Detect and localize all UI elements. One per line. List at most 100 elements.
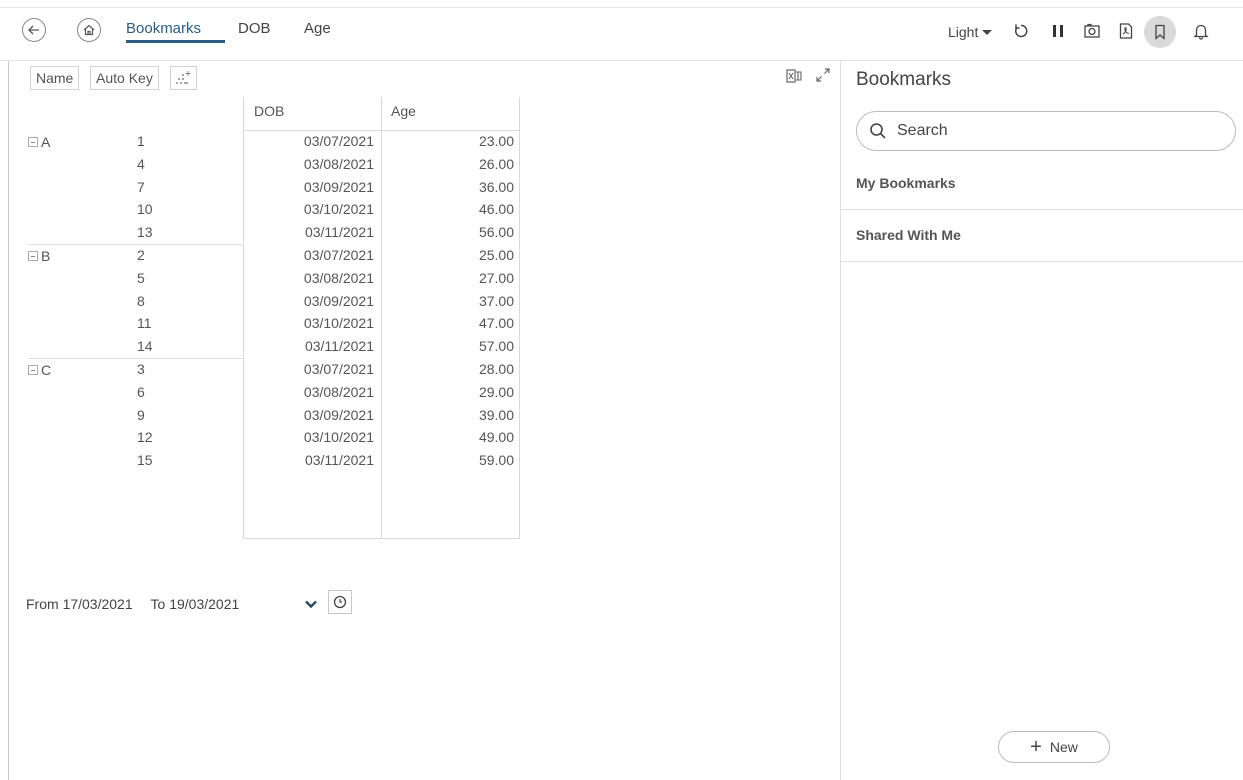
age-cell: 29.00: [478, 383, 514, 400]
section-shared-with-me[interactable]: Shared With Me: [841, 210, 1243, 262]
age-cell: 27.00: [478, 269, 514, 286]
excel-export-button[interactable]: [785, 67, 803, 85]
top-bar: Bookmarks DOB Age Light: [0, 0, 1243, 61]
section-my-bookmarks[interactable]: My Bookmarks: [841, 158, 1243, 210]
active-tab-indicator: [126, 40, 225, 43]
snapshot-button[interactable]: [1083, 22, 1101, 40]
dob-cell: 03/08/2021: [303, 269, 374, 286]
age-cell: 25.00: [478, 247, 514, 263]
dob-cell: 03/10/2021: [303, 315, 374, 332]
age-cell: 39.00: [478, 406, 514, 423]
tab-bookmarks[interactable]: Bookmarks: [126, 20, 201, 37]
back-arrow-icon: [28, 25, 39, 35]
search-field[interactable]: [856, 111, 1236, 151]
bell-icon: [1193, 24, 1209, 40]
auto-key-cell: 3: [137, 361, 145, 377]
auto-key-cell: 4: [137, 155, 145, 172]
age-cell: 26.00: [478, 155, 514, 172]
auto-key-cell: 15: [137, 452, 153, 469]
add-field-button[interactable]: [170, 66, 197, 90]
group-separator: [28, 358, 243, 359]
auto-key-cell: 14: [137, 338, 153, 355]
theme-label: Light: [948, 24, 979, 40]
grid-header-line: [243, 130, 520, 131]
age-cell: 49.00: [478, 429, 514, 446]
column-header-age[interactable]: Age: [391, 103, 416, 119]
section-shared-with-me-label: Shared With Me: [856, 227, 961, 243]
grid-line-age: [381, 97, 382, 538]
left-panel-border: [8, 61, 9, 780]
caret-down-icon: [982, 29, 993, 35]
age-cell: 47.00: [478, 315, 514, 332]
group-header[interactable]: B: [28, 248, 50, 264]
snapshot-icon: [1084, 23, 1100, 38]
top-divider: [0, 7, 1243, 8]
age-cell: 37.00: [478, 292, 514, 309]
expand-button[interactable]: [814, 66, 832, 84]
auto-key-cell: 10: [137, 201, 153, 218]
bookmarks-button[interactable]: [1144, 16, 1176, 48]
grid-line-right: [519, 97, 520, 538]
auto-key-cell: 1: [137, 133, 145, 149]
pause-button[interactable]: [1049, 22, 1067, 40]
new-bookmark-button[interactable]: + New: [998, 731, 1110, 763]
dob-cell: 03/09/2021: [303, 178, 374, 195]
age-cell: 46.00: [478, 201, 514, 218]
age-cell: 57.00: [478, 338, 514, 355]
excel-icon: [786, 69, 802, 83]
dob-cell: 03/08/2021: [303, 383, 374, 400]
search-icon: [870, 123, 886, 139]
pdf-button[interactable]: [1117, 22, 1135, 40]
group-name: C: [41, 362, 52, 378]
bookmarks-panel: Bookmarks My Bookmarks Shared With Me + …: [840, 61, 1243, 780]
range-dropdown-button[interactable]: [304, 597, 318, 611]
age-cell: 23.00: [478, 133, 514, 149]
auto-key-cell: 12: [137, 429, 153, 446]
alerts-button[interactable]: [1192, 22, 1210, 40]
home-button[interactable]: [77, 18, 101, 42]
tab-age[interactable]: Age: [304, 20, 331, 37]
section-my-bookmarks-label: My Bookmarks: [856, 175, 956, 191]
age-cell: 36.00: [478, 178, 514, 195]
dob-cell: 03/11/2021: [304, 452, 374, 469]
auto-key-cell: 2: [137, 247, 145, 263]
group-header[interactable]: C: [28, 362, 51, 378]
time-picker-button[interactable]: [328, 590, 352, 614]
chip-auto-key[interactable]: Auto Key: [90, 66, 159, 90]
dob-cell: 03/09/2021: [303, 406, 374, 423]
group-header[interactable]: A: [28, 134, 50, 150]
pause-icon: [1053, 25, 1063, 37]
bookmarks-title: Bookmarks: [856, 69, 952, 90]
auto-key-cell: 11: [137, 315, 152, 332]
bookmark-icon: [1155, 24, 1165, 40]
chip-name[interactable]: Name: [30, 66, 80, 90]
age-cell: 59.00: [478, 452, 514, 469]
dob-cell: 03/11/2021: [304, 338, 374, 355]
back-button[interactable]: [22, 18, 46, 42]
plus-icon: +: [1030, 736, 1042, 758]
collapse-icon[interactable]: [28, 365, 38, 375]
range-from-label: From: [26, 596, 59, 612]
range-from-value: 17/03/2021: [62, 596, 133, 612]
refresh-button[interactable]: [1012, 22, 1030, 40]
group-name: B: [41, 248, 51, 264]
group-separator: [28, 244, 243, 245]
scatter-plus-icon: [176, 71, 191, 84]
chevron-down-icon: [305, 600, 317, 609]
collapse-icon[interactable]: [28, 137, 38, 147]
auto-key-cell: 7: [137, 178, 145, 195]
new-bookmark-label: New: [1049, 739, 1078, 755]
date-range[interactable]: From 17/03/2021 To 19/03/2021: [26, 596, 239, 612]
theme-dropdown[interactable]: Light: [948, 24, 993, 40]
search-input[interactable]: [897, 122, 1197, 140]
dob-cell: 03/11/2021: [304, 224, 374, 241]
tab-dob[interactable]: DOB: [238, 20, 271, 37]
expand-icon: [816, 68, 830, 82]
range-to-label: To: [150, 596, 166, 612]
auto-key-cell: 6: [137, 383, 145, 400]
dob-cell: 03/07/2021: [303, 361, 374, 377]
auto-key-cell: 9: [137, 406, 145, 423]
group-name: A: [41, 134, 51, 150]
column-header-dob[interactable]: DOB: [254, 103, 284, 119]
collapse-icon[interactable]: [28, 251, 38, 261]
